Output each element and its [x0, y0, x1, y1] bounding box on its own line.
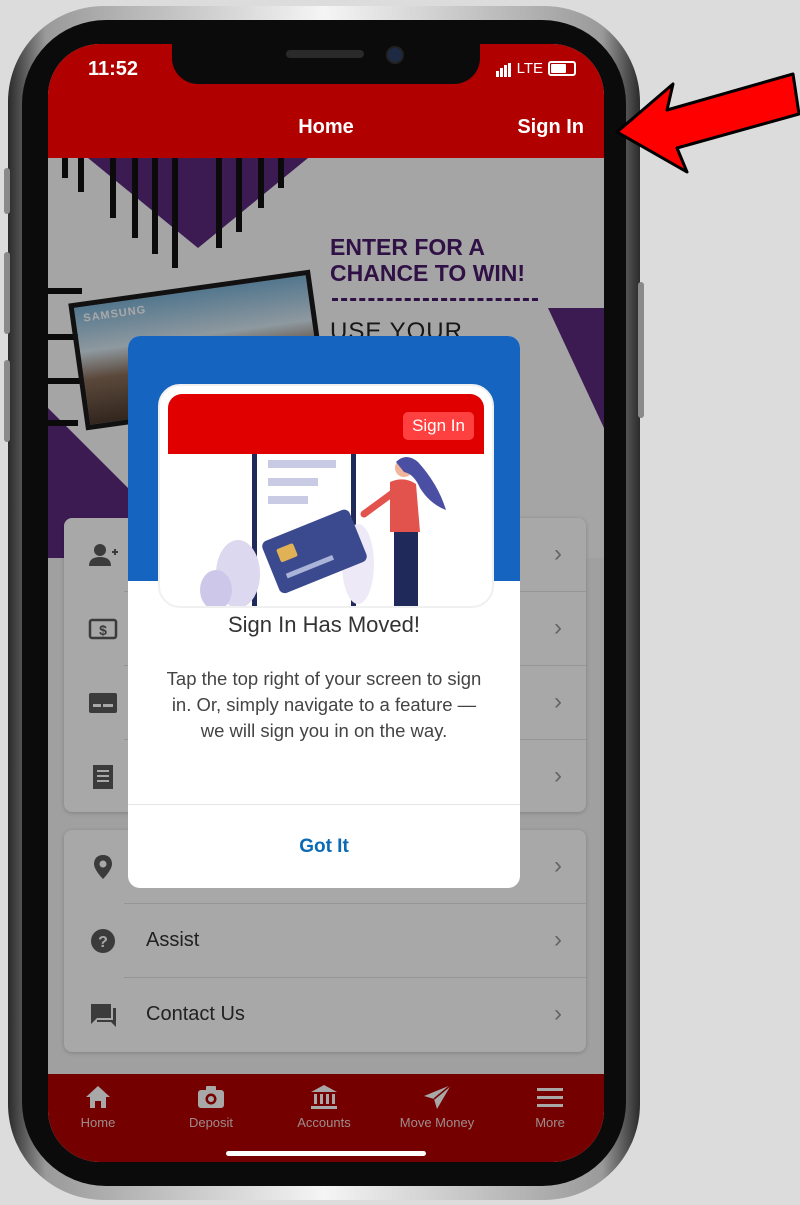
- battery-icon: [548, 61, 576, 76]
- home-indicator: [226, 1151, 426, 1156]
- dialog-title: Sign In Has Moved!: [228, 612, 420, 637]
- phone-side-button: [4, 168, 10, 214]
- sign-in-link[interactable]: Sign In: [517, 116, 584, 139]
- annotation-arrow-icon: [615, 72, 800, 174]
- front-camera: [386, 46, 404, 64]
- phone-screen: 11:52 LTE Home Sign In ENTER FOR A CHANC…: [48, 44, 604, 1162]
- phone-side-button: [638, 282, 644, 418]
- dialog-illustration: Sign In: [128, 336, 520, 608]
- network-status: LTE: [495, 60, 576, 77]
- phone-side-button: [4, 360, 10, 442]
- signal-icon: [495, 60, 512, 77]
- got-it-button[interactable]: Got It: [128, 805, 520, 888]
- illustration-header: Sign In: [168, 394, 484, 454]
- person-with-card-icon: [200, 454, 446, 606]
- status-time: 11:52: [88, 58, 139, 80]
- notch: [172, 44, 480, 84]
- illustration-sign-in-button: Sign In: [403, 412, 474, 440]
- phone-illustration: Sign In: [158, 384, 494, 608]
- dialog-message: Tap the top right of your screen to sign…: [166, 668, 482, 741]
- top-nav-bar: Home Sign In: [48, 98, 604, 158]
- speaker: [286, 50, 364, 58]
- sign-in-moved-dialog: Sign In Sign In Has Moved! Tap the top r…: [128, 336, 520, 888]
- network-label: LTE: [516, 60, 543, 77]
- phone-side-button: [4, 252, 10, 334]
